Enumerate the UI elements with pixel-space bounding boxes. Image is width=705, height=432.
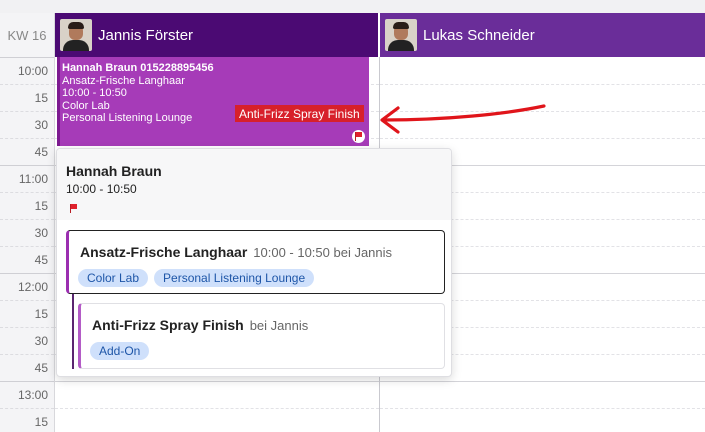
staff-header-lukas[interactable]: Lukas Schneider (380, 13, 705, 57)
time-label: 45 (34, 145, 48, 159)
week-label: KW 16 (7, 27, 47, 43)
time-label: 15 (34, 415, 48, 429)
popover-client-name: Hannah Braun (66, 163, 162, 179)
time-label: 45 (34, 361, 48, 375)
time-gridline (0, 165, 54, 166)
resource-chip: Color Lab (78, 269, 149, 287)
time-gridline (0, 327, 54, 328)
avatar (385, 19, 417, 51)
time-label: 10:00 (17, 64, 48, 78)
time-label: 30 (34, 334, 48, 348)
time-label: 30 (34, 226, 48, 240)
time-gridline (0, 354, 54, 355)
time-label: 15 (34, 307, 48, 321)
time-column: KW 16 10:00 15 30 45 11:00 15 30 45 12:0… (0, 13, 55, 432)
staff-name: Jannis Förster (98, 26, 194, 44)
time-gridline (0, 408, 54, 409)
time-label: 15 (34, 91, 48, 105)
addon-title: Anti-Frizz Spray Finish (92, 317, 244, 333)
resource-chip: Personal Listening Lounge (154, 269, 315, 287)
time-label: 11:00 (18, 172, 48, 186)
avatar (60, 19, 92, 51)
annotation-arrow-icon (380, 104, 546, 134)
event-service: Ansatz-Frische Langhaar (62, 74, 185, 87)
addon-meta: bei Jannis (249, 318, 309, 333)
appointment-block[interactable]: Hannah Braun 015228895456 Ansatz-Frische… (57, 57, 369, 146)
addon-chip: Add-On (90, 342, 150, 360)
time-label: 45 (34, 253, 48, 267)
staff-header-jannis[interactable]: Jannis Förster (55, 13, 378, 57)
time-gridline (0, 84, 54, 85)
service-title: Ansatz-Frische Langhaar (80, 244, 248, 260)
staff-name: Lukas Schneider (423, 26, 535, 44)
top-strip (0, 0, 705, 13)
flag-icon (69, 200, 78, 218)
time-label: 30 (34, 118, 48, 132)
time-gridline (0, 192, 54, 193)
time-gridline (0, 111, 54, 112)
time-gridline (0, 273, 54, 274)
time-gridline (0, 138, 54, 139)
addon-connector (72, 294, 74, 369)
flag-icon (352, 130, 365, 143)
time-gridline (0, 381, 54, 382)
service-meta: 10:00 - 10:50 bei Jannis (253, 245, 393, 260)
time-label: 13:00 (17, 388, 48, 402)
event-time: 10:00 - 10:50 (62, 87, 127, 99)
time-gridline (0, 219, 54, 220)
time-label: 15 (34, 199, 48, 213)
appointment-popover: Hannah Braun 10:00 - 10:50 Ansatz-Frisch… (56, 148, 452, 377)
addon-tag: Anti-Frizz Spray Finish (235, 105, 364, 122)
popover-time: 10:00 - 10:50 (66, 182, 137, 196)
addon-card[interactable]: Anti-Frizz Spray Finish bei Jannis Add-On (78, 303, 445, 369)
time-gridline (0, 246, 54, 247)
service-card[interactable]: Ansatz-Frische Langhaar 10:00 - 10:50 bei… (66, 230, 445, 294)
time-label: 12:00 (17, 280, 48, 294)
time-gridline (0, 57, 54, 58)
time-gridline (0, 300, 54, 301)
event-client: Hannah Braun 015228895456 (62, 62, 214, 74)
